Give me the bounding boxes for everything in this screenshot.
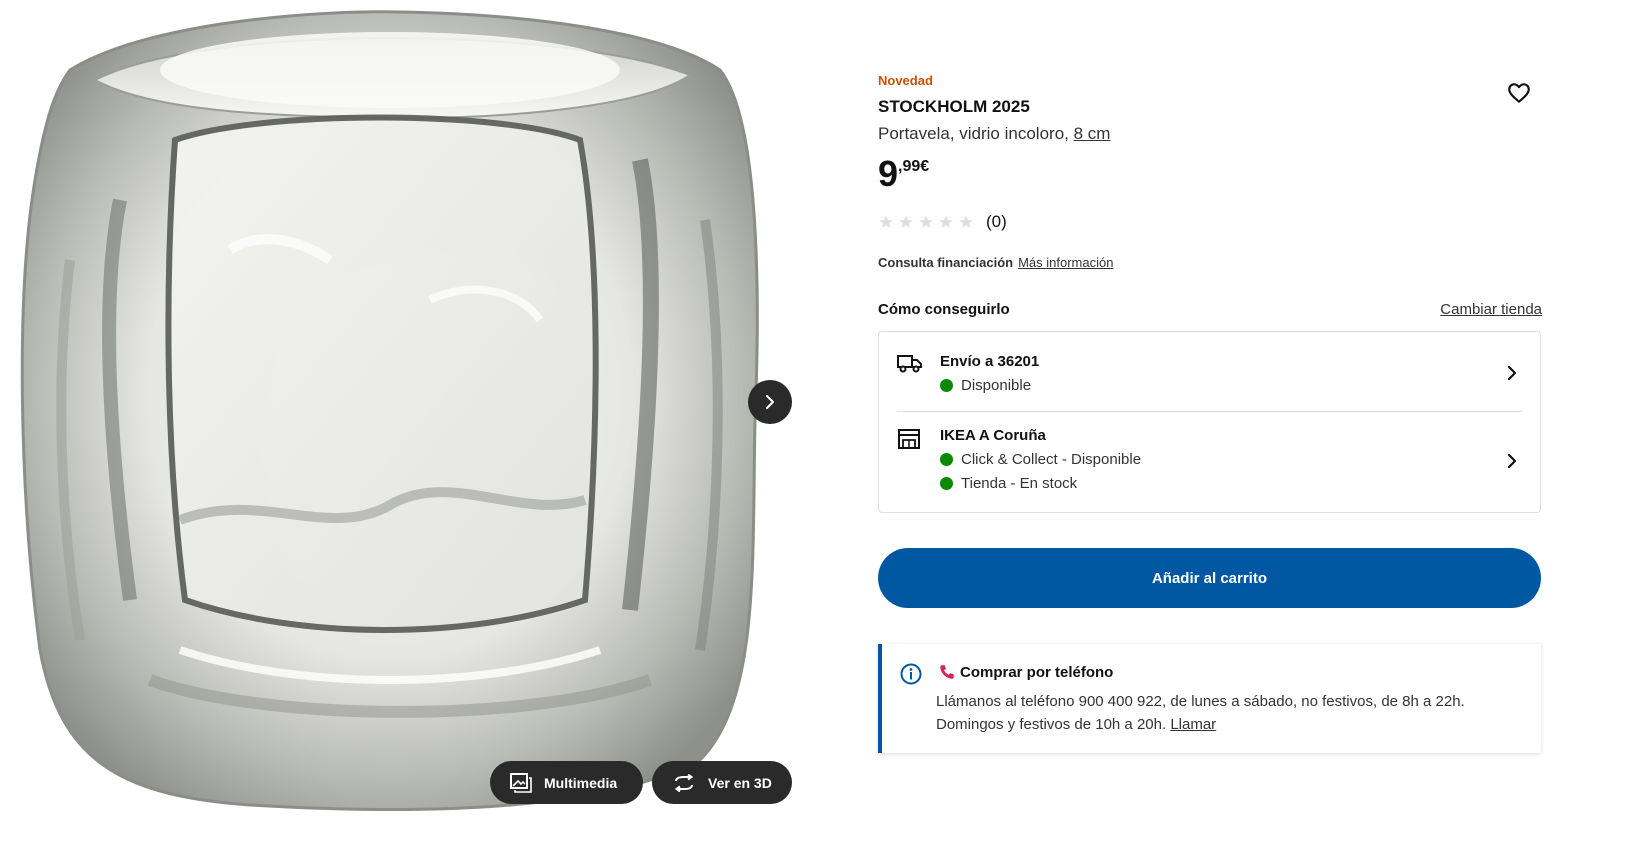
financing-row: Consulta financiación Más información	[878, 255, 1113, 270]
rotate-3d-icon	[674, 773, 694, 792]
star-icon	[959, 215, 973, 228]
product-description-text: Portavela, vidrio incoloro,	[878, 124, 1074, 143]
phone-icon	[940, 665, 954, 679]
phone-title: Comprar por teléfono	[960, 664, 1114, 681]
status-dot	[940, 477, 953, 490]
price-integer: 9	[878, 153, 899, 194]
status-dot	[940, 453, 953, 466]
phone-text: Llámanos al teléfono 900 400 922, de lun…	[936, 690, 1526, 736]
store-status-in-store: Tienda - En stock	[940, 475, 1077, 492]
truck-icon	[897, 355, 922, 373]
next-image-button[interactable]	[748, 380, 792, 424]
info-icon	[900, 663, 922, 685]
star-icon	[879, 215, 893, 228]
store-icon	[898, 429, 920, 449]
multimedia-button[interactable]: Multimedia	[490, 761, 643, 804]
product-name: STOCKHOLM 2025	[878, 97, 1030, 116]
favorite-button[interactable]	[1506, 80, 1532, 106]
how-to-get-title: Cómo conseguirlo	[878, 301, 1010, 318]
product-image	[20, 10, 759, 812]
chevron-right-icon	[1507, 453, 1517, 469]
call-link[interactable]: Llamar	[1170, 716, 1216, 733]
delivery-status: Disponible	[940, 377, 1031, 394]
add-to-cart-button[interactable]: Añadir al carrito	[878, 548, 1541, 608]
store-title: IKEA A Coruña	[940, 427, 1046, 444]
rating[interactable]: (0)	[878, 212, 1007, 232]
multimedia-label: Multimedia	[544, 774, 618, 791]
product-media: Multimedia Ver en 3D	[0, 0, 830, 852]
status-dot	[940, 379, 953, 392]
change-store-link[interactable]: Cambiar tienda	[1440, 301, 1542, 318]
store-status-click-collect: Click & Collect - Disponible	[940, 451, 1141, 468]
delivery-status-text: Disponible	[961, 377, 1032, 394]
store-status-text-1: Click & Collect - Disponible	[961, 451, 1142, 468]
gallery-icon	[510, 772, 532, 793]
rating-count: (0)	[986, 212, 1007, 231]
star-icon	[939, 215, 953, 228]
view-3d-label: Ver en 3D	[708, 774, 772, 791]
delivery-option[interactable]: Envío a 36201 Disponible	[879, 332, 1540, 411]
product-description: Portavela, vidrio incoloro, 8 cm	[878, 124, 1110, 144]
star-icon	[899, 215, 913, 228]
availability-box: Envío a 36201 Disponible IKEA A Coruña C…	[878, 331, 1541, 513]
financing-more-info-link[interactable]: Más información	[1018, 255, 1113, 270]
store-status-text-2: Tienda - En stock	[961, 475, 1078, 492]
view-3d-button[interactable]: Ver en 3D	[652, 761, 792, 804]
chevron-right-icon	[766, 395, 774, 409]
store-option[interactable]: IKEA A Coruña Click & Collect - Disponib…	[879, 411, 1540, 513]
star-icon	[919, 215, 933, 228]
heart-icon	[1508, 83, 1530, 103]
phone-order-notice: Comprar por teléfono Llámanos al teléfon…	[878, 644, 1541, 753]
product-info-panel: Novedad STOCKHOLM 2025 Portavela, vidrio…	[878, 0, 1542, 852]
rating-stars	[878, 214, 974, 230]
size-link[interactable]: 8 cm	[1074, 124, 1111, 143]
delivery-title: Envío a 36201	[940, 353, 1040, 370]
new-badge: Novedad	[878, 73, 933, 88]
price-decimal: ,99€	[898, 158, 930, 175]
financing-label: Consulta financiación	[878, 255, 1014, 270]
product-price: 9 ,99€	[878, 152, 929, 196]
chevron-right-icon	[1507, 365, 1517, 381]
